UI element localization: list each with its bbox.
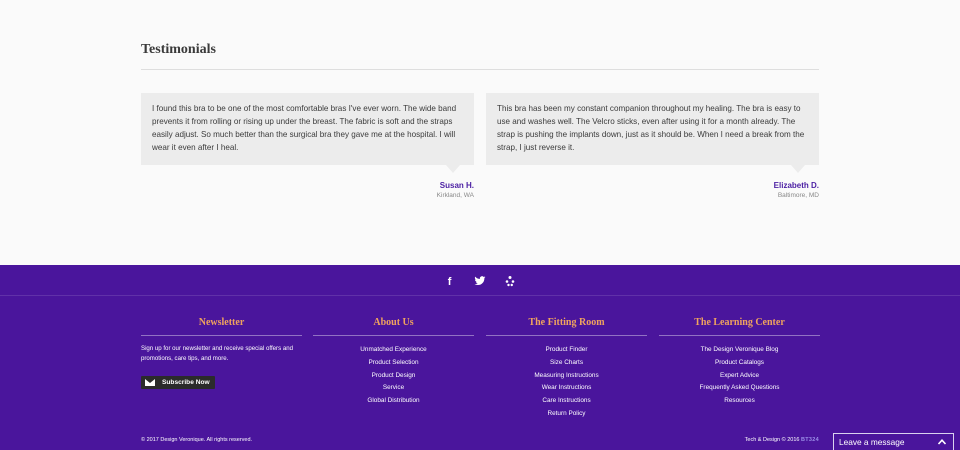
fitting-room-column: The Fitting Room Product Finder Size Cha… bbox=[486, 317, 647, 421]
author-name: Susan H. bbox=[439, 181, 474, 190]
newsletter-column: Newsletter Sign up for our newsletter an… bbox=[141, 317, 302, 391]
footer-link[interactable]: Resources bbox=[659, 395, 820, 408]
learning-center-column: The Learning Center The Design Veronique… bbox=[659, 317, 820, 408]
facebook-icon[interactable]: f bbox=[444, 275, 456, 289]
testimonial-card: I found this bra to be one of the most c… bbox=[141, 93, 474, 199]
footer-link[interactable]: Product Selection bbox=[313, 357, 474, 370]
footer-divider bbox=[0, 295, 960, 296]
footer-link[interactable]: Product Catalogs bbox=[659, 357, 820, 370]
column-divider bbox=[659, 335, 820, 336]
social-links: f bbox=[0, 273, 960, 291]
twitter-icon[interactable] bbox=[474, 275, 486, 289]
site-credit: Tech & Design © 2016 BT324 bbox=[745, 437, 819, 443]
footer-link[interactable]: Product Finder bbox=[486, 344, 647, 357]
fitting-room-links: Product Finder Size Charts Measuring Ins… bbox=[486, 344, 647, 421]
column-divider bbox=[141, 335, 302, 336]
learning-center-links: The Design Veronique Blog Product Catalo… bbox=[659, 344, 820, 408]
footer-link[interactable]: Global Distribution bbox=[313, 395, 474, 408]
title-divider bbox=[141, 69, 819, 70]
copyright-text: © 2017 Design Veronique. All rights rese… bbox=[141, 437, 253, 443]
subscribe-label: Subscribe Now bbox=[162, 379, 210, 386]
footer-link[interactable]: Wear Instructions bbox=[486, 382, 647, 395]
subscribe-button[interactable]: Subscribe Now bbox=[141, 376, 215, 389]
yelp-icon[interactable] bbox=[504, 275, 516, 289]
footer-link[interactable]: Care Instructions bbox=[486, 395, 647, 408]
footer-link[interactable]: Expert Advice bbox=[659, 370, 820, 383]
author-location: Kirkland, WA bbox=[436, 192, 474, 199]
footer-link[interactable]: Measuring Instructions bbox=[486, 370, 647, 383]
about-column: About Us Unmatched Experience Product Se… bbox=[313, 317, 474, 408]
testimonial-card: This bra has been my constant companion … bbox=[486, 93, 819, 199]
envelope-icon bbox=[145, 379, 155, 386]
column-divider bbox=[313, 335, 474, 336]
author-location: Baltimore, MD bbox=[777, 192, 819, 199]
newsletter-text: Sign up for our newsletter and receive s… bbox=[141, 345, 293, 362]
testimonial-author: Susan H. Kirkland, WA bbox=[141, 181, 474, 199]
credit-text: Tech & Design © 2016 bbox=[744, 437, 800, 443]
footer-link[interactable]: Return Policy bbox=[486, 408, 647, 421]
testimonials-section: Testimonials I found this bra to be one … bbox=[141, 0, 819, 265]
fitting-room-heading: The Fitting Room bbox=[528, 317, 605, 328]
leave-message-widget[interactable]: Leave a message bbox=[833, 433, 954, 450]
footer-link[interactable]: Frequently Asked Questions bbox=[659, 382, 820, 395]
testimonial-quote: I found this bra to be one of the most c… bbox=[141, 93, 474, 173]
author-name: Elizabeth D. bbox=[773, 181, 819, 190]
credit-brand-link[interactable]: BT324 bbox=[801, 437, 819, 443]
chat-label: Leave a message bbox=[839, 437, 905, 447]
footer-link[interactable]: The Design Veronique Blog bbox=[659, 344, 820, 357]
about-heading: About Us bbox=[373, 317, 414, 328]
chevron-up-icon[interactable] bbox=[937, 437, 947, 447]
footer-link[interactable]: Product Design bbox=[313, 370, 474, 383]
about-links: Unmatched Experience Product Selection P… bbox=[313, 344, 474, 408]
newsletter-heading: Newsletter bbox=[198, 317, 245, 328]
footer-link[interactable]: Service bbox=[313, 382, 474, 395]
testimonial-quote: This bra has been my constant companion … bbox=[486, 93, 819, 173]
column-divider bbox=[486, 335, 647, 336]
testimonial-author: Elizabeth D. Baltimore, MD bbox=[486, 181, 819, 199]
footer-link[interactable]: Unmatched Experience bbox=[313, 344, 474, 357]
footer-link[interactable]: Size Charts bbox=[486, 357, 647, 370]
learning-center-heading: The Learning Center bbox=[694, 317, 785, 328]
site-footer: f Newsletter Sign up for our newsletter … bbox=[0, 265, 960, 450]
testimonials-title: Testimonials bbox=[141, 42, 216, 57]
